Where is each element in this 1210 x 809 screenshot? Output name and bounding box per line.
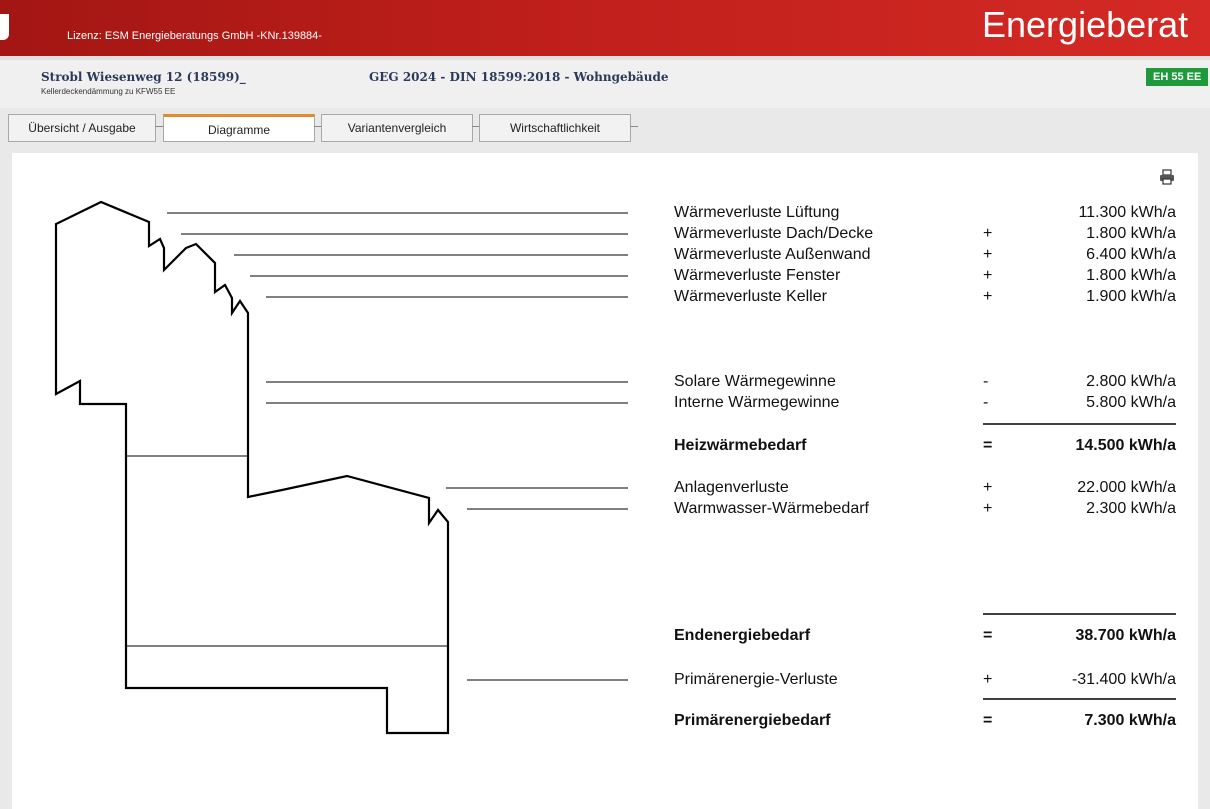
op-dach-decke: +: [983, 225, 993, 242]
label-endenergiebedarf: Endenergiebedarf: [674, 627, 811, 644]
value-primaerenergie-verluste: -31.400 kWh/a: [1071, 671, 1176, 688]
op-primaerenergiebedarf: =: [983, 712, 993, 729]
op-heizwaermebedarf: =: [983, 437, 993, 454]
value-dach-decke: 1.800 kWh/a: [1086, 225, 1176, 242]
label-primaerenergie-verluste: Primärenergie-Verluste: [674, 671, 838, 688]
value-solare-gewinne: 2.800 kWh/a: [1086, 373, 1176, 390]
value-fenster: 1.800 kWh/a: [1086, 267, 1176, 284]
label-warmwasser: Warmwasser-Wärmebedarf: [674, 500, 869, 517]
label-interne-gewinne: Interne Wärmegewinne: [674, 394, 840, 411]
label-fenster: Wärmeverluste Fenster: [674, 267, 841, 284]
value-interne-gewinne: 5.800 kWh/a: [1086, 394, 1176, 411]
label-keller: Wärmeverluste Keller: [674, 288, 827, 305]
value-primaerenergiebedarf: 7.300 kWh/a: [1084, 712, 1176, 729]
op-solare-gewinne: -: [983, 373, 989, 390]
label-heizwaermebedarf: Heizwärmebedarf: [674, 437, 807, 454]
label-lueftung: Wärmeverluste Lüftung: [674, 204, 840, 221]
op-fenster: +: [983, 267, 993, 284]
value-heizwaermebedarf: 14.500 kWh/a: [1075, 437, 1177, 454]
value-aussenwand: 6.400 kWh/a: [1086, 246, 1176, 263]
value-lueftung: 11.300 kWh/a: [1078, 204, 1176, 221]
leader-lines: [167, 212, 628, 681]
op-primaerenergie-verluste: +: [983, 671, 993, 688]
value-endenergiebedarf: 38.700 kWh/a: [1075, 627, 1177, 644]
op-anlagenverluste: +: [983, 479, 993, 496]
op-aussenwand: +: [983, 246, 993, 263]
op-interne-gewinne: -: [983, 394, 989, 411]
label-anlagenverluste: Anlagenverluste: [674, 479, 789, 496]
label-primaerenergiebedarf: Primärenergiebedarf: [674, 712, 831, 729]
label-aussenwand: Wärmeverluste Außenwand: [674, 246, 871, 263]
op-warmwasser: +: [983, 500, 993, 517]
value-keller: 1.900 kWh/a: [1086, 288, 1176, 305]
op-keller: +: [983, 288, 993, 305]
value-warmwasser: 2.300 kWh/a: [1086, 500, 1176, 517]
value-anlagenverluste: 22.000 kWh/a: [1077, 479, 1176, 496]
label-solare-gewinne: Solare Wärmegewinne: [674, 373, 836, 390]
sum-lines: [983, 423, 1176, 700]
energy-flow-outline: [54, 200, 450, 735]
label-dach-decke: Wärmeverluste Dach/Decke: [674, 225, 874, 242]
op-endenergiebedarf: =: [983, 627, 993, 644]
